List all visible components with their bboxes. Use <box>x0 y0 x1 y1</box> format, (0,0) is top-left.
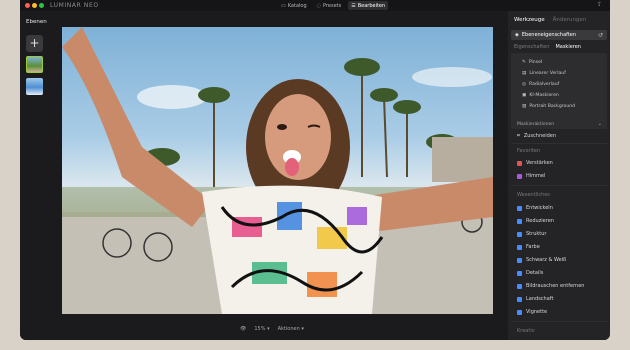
tab-presets[interactable]: ◌ Presets <box>314 1 345 10</box>
top-nav: ▭ Katalog ◌ Presets ☰ Bearbeiten <box>278 1 389 10</box>
photo-image <box>62 27 493 314</box>
mask-item-brush[interactable]: ✎ Pinsel <box>522 60 542 65</box>
mask-item-portrait-bg[interactable]: ▧ Portrait Background <box>522 104 575 109</box>
edit-icon: ☰ <box>351 2 356 9</box>
tool-develop[interactable]: Entwickeln <box>517 205 553 211</box>
mask-item-radial[interactable]: ◎ Radialverlauf <box>522 82 559 87</box>
noise-removal-icon <box>517 283 522 289</box>
window-controls <box>25 3 44 8</box>
mask-item-ai[interactable]: ▣ KI-Maskieren <box>522 93 559 98</box>
share-icon[interactable]: ⇪ <box>597 1 602 8</box>
reset-icon[interactable]: ↺ <box>598 32 603 39</box>
portrait-icon: ▧ <box>522 104 527 109</box>
ai-mask-icon: ▣ <box>522 93 527 98</box>
photo-canvas[interactable] <box>62 27 493 314</box>
essentials-title: Wesentliches <box>517 192 550 198</box>
zoom-select[interactable]: 15% ▾ <box>254 326 269 332</box>
mask-item-linear[interactable]: ▤ Linearer Verlauf <box>522 71 566 76</box>
layers-icon: ◈ <box>515 32 519 38</box>
app-brand: LUMINAR NEO <box>50 2 99 9</box>
denoise-icon <box>517 218 522 224</box>
add-layer-button[interactable]: + <box>26 35 43 52</box>
creative-title: Kreativ <box>517 328 535 334</box>
title-bar: LUMINAR NEO ▭ Katalog ◌ Presets ☰ Bearbeite… <box>20 0 610 11</box>
mask-options: ✎ Pinsel ▤ Linearer Verlauf ◎ Radialverlauf… <box>511 53 607 119</box>
tool-denoise[interactable]: Reduzieren <box>517 218 554 224</box>
divider <box>511 321 607 322</box>
radial-gradient-icon: ◎ <box>522 82 527 87</box>
tool-enhance[interactable]: Verstärken <box>517 160 553 166</box>
divider <box>511 143 607 144</box>
tab-bearbeiten[interactable]: ☰ Bearbeiten <box>348 1 389 10</box>
tool-structure[interactable]: Struktur <box>517 231 546 237</box>
brush-icon: ✎ <box>522 60 526 65</box>
black-white-icon <box>517 257 522 263</box>
vignette-icon <box>517 309 522 315</box>
color-icon <box>517 244 522 250</box>
tool-details[interactable]: Details <box>517 270 543 276</box>
layer-thumbnail-portrait[interactable] <box>26 56 43 73</box>
layer-subtabs: Eigenschaften Maskieren <box>514 44 581 50</box>
tab-aenderungen[interactable]: Änderungen <box>553 17 587 23</box>
landscape-icon <box>517 296 522 302</box>
layers-title: Ebenen <box>26 19 47 25</box>
close-window-button[interactable] <box>25 3 30 8</box>
tab-katalog[interactable]: ▭ Katalog <box>278 1 310 10</box>
minimize-window-button[interactable] <box>32 3 37 8</box>
app-window: LUMINAR NEO ▭ Katalog ◌ Presets ☰ Bearbeite… <box>20 0 610 340</box>
develop-icon <box>517 205 522 211</box>
actions-menu[interactable]: Aktionen ▾ <box>278 326 304 332</box>
tools-panel: Werkzeuge Änderungen ◈ Ebeneneigenschaft… <box>508 11 610 340</box>
crop-icon: ⌗ <box>517 133 520 139</box>
structure-icon <box>517 231 522 237</box>
tool-vignette[interactable]: Vignette <box>517 309 547 315</box>
maximize-window-button[interactable] <box>39 3 44 8</box>
sky-icon <box>517 173 522 179</box>
details-icon <box>517 270 522 276</box>
layer-properties-header[interactable]: ◈ Ebeneneigenschaften ↺ <box>511 30 607 40</box>
tool-color[interactable]: Farbe <box>517 244 540 250</box>
panel-tabs: Werkzeuge Änderungen <box>514 17 586 23</box>
enhance-icon <box>517 160 522 166</box>
eye-icon[interactable]: 👁 <box>240 326 246 332</box>
layers-panel: Ebenen + <box>20 11 50 340</box>
bottom-bar: 👁 15% ▾ Aktionen ▾ <box>240 326 304 332</box>
layer-thumbnail-sky[interactable] <box>26 78 43 95</box>
tool-crop[interactable]: ⌗ Zuschneiden <box>517 133 556 139</box>
tab-werkzeuge[interactable]: Werkzeuge <box>514 17 545 23</box>
divider <box>511 185 607 186</box>
presets-icon: ◌ <box>316 2 322 9</box>
chevron-down-icon: ⌄ <box>597 121 602 127</box>
tool-landscape[interactable]: Landschaft <box>517 296 553 302</box>
favorites-title: Favoriten <box>517 148 541 154</box>
tab-eigenschaften[interactable]: Eigenschaften <box>514 44 549 50</box>
tool-sky[interactable]: Himmel <box>517 173 545 179</box>
mask-actions-dropdown[interactable]: Maskieraktionen ⌄ <box>511 119 607 129</box>
tool-noise-removal[interactable]: Bildrauschen entfernen <box>517 283 584 289</box>
tab-maskieren[interactable]: Maskieren <box>555 44 581 50</box>
linear-gradient-icon: ▤ <box>522 71 527 76</box>
tool-bw[interactable]: Schwarz & Weiß <box>517 257 566 263</box>
catalog-icon: ▭ <box>281 2 286 9</box>
